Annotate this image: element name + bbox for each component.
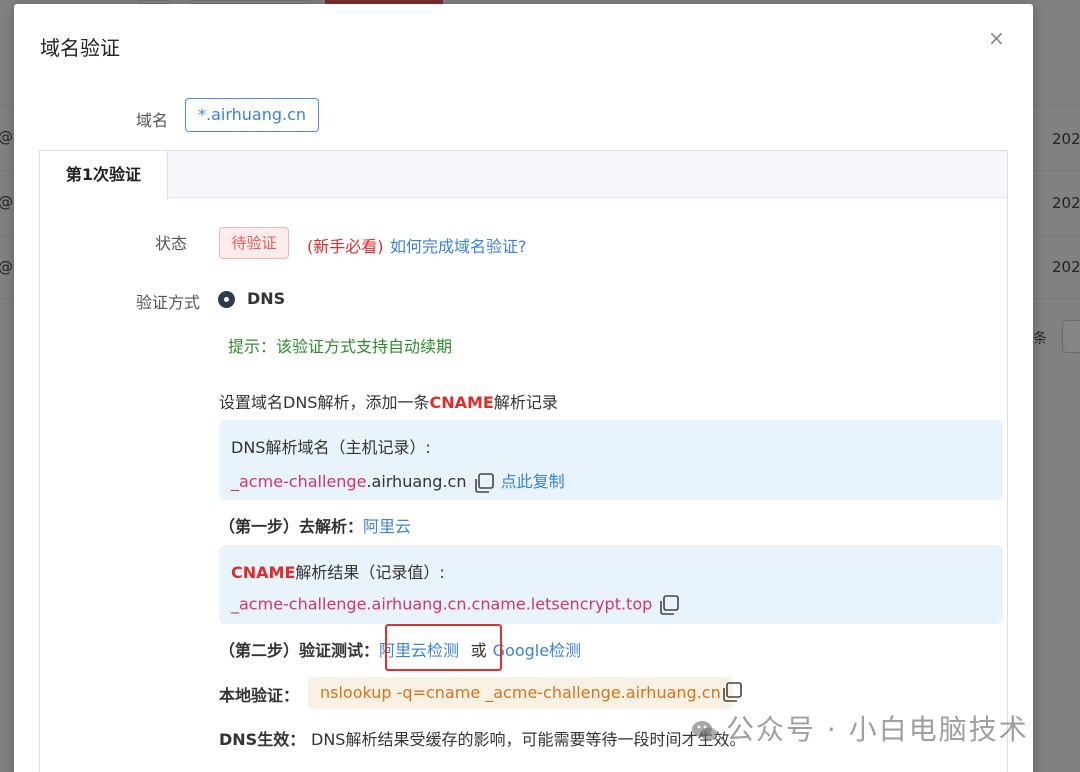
tab-verify-1[interactable]: 第1次验证 bbox=[40, 151, 168, 199]
step1-label: （第一步）去解析： bbox=[219, 517, 364, 536]
step2-label: （第二步）验证测试： bbox=[219, 641, 380, 660]
watermark-text: 公众号 · 小白电脑技术 bbox=[726, 713, 1029, 746]
local-verify-label: 本地验证： bbox=[219, 686, 300, 705]
copy-icon[interactable] bbox=[720, 680, 744, 704]
aliyun-dns-link[interactable]: 阿里云 bbox=[363, 517, 411, 536]
google-check-link[interactable]: Google检测 bbox=[493, 641, 581, 660]
cname-title-highlight: CNAME bbox=[231, 563, 296, 582]
dns-effect-text: DNS解析结果受缓存的影响，可能需要等待一段时间才生效。 bbox=[311, 730, 746, 749]
watermark: 公众号 · 小白电脑技术 bbox=[690, 708, 1029, 748]
cname-title-rest: 解析结果（记录值）: bbox=[295, 563, 445, 582]
host-record-box: DNS解析域名（主机记录）: _acme-challenge.airhuang.… bbox=[219, 420, 1003, 500]
copy-icon[interactable] bbox=[657, 593, 681, 617]
howto-link[interactable]: 如何完成域名验证? bbox=[390, 233, 527, 257]
dialog-title: 域名验证 bbox=[40, 36, 120, 60]
instruction-pre: 设置域名DNS解析，添加一条 bbox=[219, 393, 430, 412]
nslookup-command: nslookup -q=cname _acme-challenge.airhua… bbox=[308, 677, 733, 709]
domain-value-tag: *.airhuang.cn bbox=[185, 98, 320, 132]
method-label: 验证方式 bbox=[136, 293, 201, 312]
annotation-highlight bbox=[385, 624, 502, 671]
cname-value-text: _acme-challenge.airhuang.cn.cname.letsen… bbox=[231, 594, 653, 614]
auto-renew-tip: 提示：该验证方式支持自动续期 bbox=[228, 337, 453, 356]
host-record-suffix: .airhuang.cn bbox=[366, 472, 467, 491]
step1: （第一步）去解析：阿里云 bbox=[219, 513, 411, 537]
cname-record-value: _acme-challenge.airhuang.cn.cname.letsen… bbox=[231, 593, 681, 617]
dns-radio[interactable] bbox=[218, 291, 235, 308]
instruction-text: 设置域名DNS解析，添加一条CNAME解析记录 bbox=[219, 389, 558, 413]
newbie-note: (新手必看) bbox=[307, 237, 384, 256]
domain-verify-dialog: 域名验证 × 域名 *.airhuang.cn 第1次验证 状态 待验证 (新手… bbox=[14, 4, 1033, 772]
wechat-icon bbox=[690, 716, 720, 746]
tabs-header bbox=[40, 151, 1007, 198]
status-label: 状态 bbox=[155, 234, 188, 253]
instruction-cname: CNAME bbox=[429, 393, 494, 412]
method-value: DNS bbox=[247, 289, 286, 308]
host-record-prefix: _acme-challenge bbox=[231, 472, 367, 491]
dns-effect-label: DNS生效： bbox=[219, 730, 306, 749]
status-badge: 待验证 bbox=[219, 227, 289, 259]
instruction-post: 解析记录 bbox=[493, 393, 558, 412]
cname-record-box: CNAME解析结果（记录值）: _acme-challenge.airhuang… bbox=[219, 545, 1003, 624]
host-record-value: _acme-challenge.airhuang.cn 点此复制 bbox=[231, 468, 565, 495]
copy-icon[interactable] bbox=[472, 471, 496, 495]
cname-record-title: CNAME解析结果（记录值）: bbox=[231, 559, 445, 583]
copy-host-link[interactable]: 点此复制 bbox=[501, 472, 565, 491]
close-icon[interactable]: × bbox=[988, 26, 1005, 50]
domain-label: 域名 bbox=[136, 111, 169, 130]
host-record-title: DNS解析域名（主机记录）: bbox=[231, 438, 431, 457]
